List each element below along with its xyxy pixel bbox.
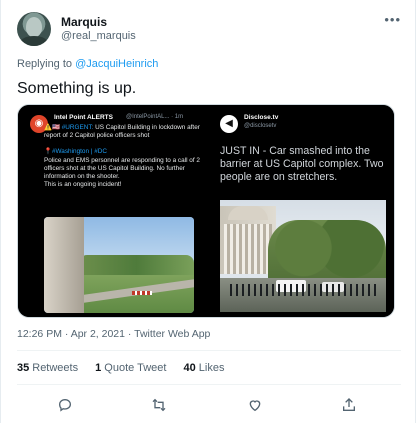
engagement-stats: 35 Retweets 1 Quote Tweet 40 Likes (17, 362, 238, 374)
disclose-tv-logo-icon: ◀ (220, 115, 238, 133)
retweets-label: Retweets (32, 362, 79, 374)
author-name[interactable]: Marquis (61, 15, 107, 29)
likes-label: Likes (198, 362, 225, 374)
breaking-text: JUST IN - Car smashed into the barrier a… (220, 145, 384, 183)
tweet-card: Marquis @real_marquis ••• Replying to @J… (0, 0, 416, 423)
alert-text: ⚠️🇺🇸 #URGENT: US Capitol Building in loc… (44, 124, 200, 189)
likes-stat[interactable]: 40 Likes (184, 362, 225, 374)
retweets-stat[interactable]: 35 Retweets (17, 362, 78, 374)
quotes-label: Quote Tweet (104, 362, 167, 374)
author-handle[interactable]: @real_marquis (61, 30, 136, 42)
like-icon[interactable] (243, 393, 267, 417)
source-name: Disclose.tv (244, 114, 279, 121)
source-handle: @IntelPointAL... · 1m (126, 114, 184, 120)
capitol-barrier-photo (220, 200, 386, 312)
retweets-count: 35 (17, 362, 30, 374)
media-grid[interactable]: ◉ Intel Point ALERTS @IntelPointAL... · … (17, 104, 395, 318)
reply-to-link[interactable]: @JacquiHeinrich (75, 58, 158, 70)
divider (17, 384, 401, 385)
tweet-timestamp[interactable]: 12:26 PM · Apr 2, 2021 · Twitter Web App (17, 328, 210, 340)
source-handle: @disclosetv (244, 123, 277, 129)
share-icon[interactable] (337, 393, 361, 417)
tweet-text: Something is up. (17, 80, 137, 97)
headline-prefix: ⚠️🇺🇸 (44, 124, 62, 131)
retweet-icon[interactable] (147, 393, 171, 417)
more-horizontal-icon[interactable]: ••• (384, 12, 401, 27)
media-image-right[interactable]: ◀ Disclose.tv @disclosetv JUST IN - Car … (208, 105, 394, 317)
reply-context: Replying to @JacquiHeinrich (17, 58, 158, 70)
capitol-lawn-photo (44, 217, 194, 313)
headline-tag: #URGENT: (61, 124, 94, 131)
reply-icon[interactable] (53, 393, 77, 417)
reply-prefix: Replying to (17, 58, 76, 70)
avatar-face (26, 17, 42, 37)
avatar[interactable] (17, 12, 51, 46)
avatar-shoulders (20, 36, 48, 46)
location-tags: 📍#Washington | #DC (44, 148, 108, 156)
likes-count: 40 (183, 362, 196, 374)
quotes-stat[interactable]: 1 Quote Tweet (95, 362, 166, 374)
source-name: Intel Point ALERTS (54, 114, 113, 121)
media-image-left[interactable]: ◉ Intel Point ALERTS @IntelPointAL... · … (18, 105, 206, 317)
alert-footer: This is an ongoing incident! (44, 181, 122, 189)
divider (17, 350, 401, 351)
action-bar (17, 393, 401, 417)
tweet-header: Marquis @real_marquis ••• (17, 12, 401, 48)
quotes-count: 1 (95, 362, 102, 374)
alert-body: Police and EMS personnel are responding … (44, 156, 200, 181)
